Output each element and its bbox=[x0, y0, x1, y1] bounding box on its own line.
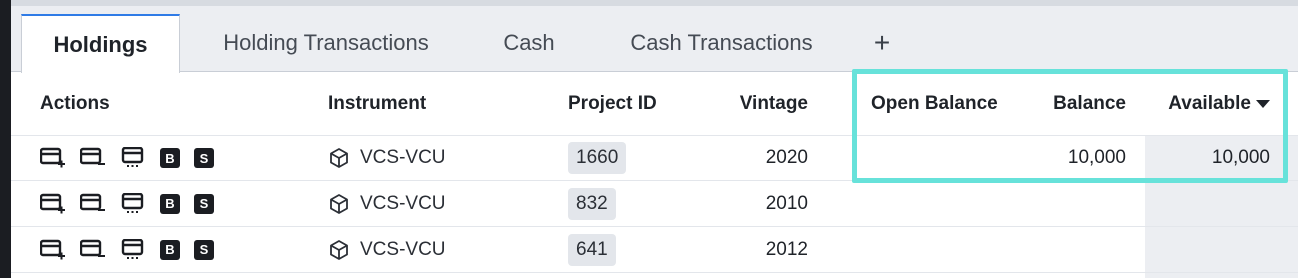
header-available-label: Available bbox=[1168, 93, 1251, 114]
card-remove-icon[interactable] bbox=[80, 147, 106, 169]
buy-icon[interactable]: B bbox=[160, 239, 180, 260]
table-row[interactable]: B S VCS-VCU 832 2010 bbox=[11, 181, 1298, 227]
window-edge bbox=[0, 0, 11, 278]
instrument-name: VCS-VCU bbox=[360, 147, 446, 168]
row-actions: B S bbox=[40, 181, 320, 226]
card-details-icon[interactable] bbox=[120, 147, 146, 169]
buy-icon[interactable]: B bbox=[160, 148, 180, 168]
project-id-chip[interactable]: 832 bbox=[568, 187, 616, 220]
row-vintage: 2012 bbox=[765, 238, 808, 260]
header-row: Actions Instrument Project ID Vintage Op… bbox=[11, 73, 1298, 135]
row-available: 10,000 bbox=[1211, 147, 1270, 168]
sell-icon[interactable]: S bbox=[194, 239, 214, 260]
sort-descending-icon bbox=[1256, 100, 1270, 108]
card-add-icon[interactable] bbox=[40, 193, 66, 215]
tab-cash-transactions[interactable]: Cash Transactions bbox=[609, 14, 834, 72]
row-project-id: 1660 bbox=[568, 136, 708, 180]
instrument-name: VCS-VCU bbox=[360, 238, 446, 260]
header-project-id-label: Project ID bbox=[568, 93, 657, 114]
row-balance: 10,000 bbox=[1067, 147, 1126, 168]
header-project-id[interactable]: Project ID bbox=[568, 73, 708, 135]
row-project-id: 641 bbox=[568, 227, 708, 272]
row-balance bbox=[1011, 227, 1126, 272]
header-balance[interactable]: Balance bbox=[1011, 73, 1126, 135]
row-project-id: 832 bbox=[568, 181, 708, 226]
row-vintage: 2010 bbox=[765, 192, 808, 214]
card-add-icon[interactable] bbox=[40, 147, 66, 169]
table-row[interactable]: B S VCS-VCU 641 2012 bbox=[11, 227, 1298, 273]
tab-holdings[interactable]: Holdings bbox=[21, 14, 180, 73]
project-id-chip[interactable]: 1660 bbox=[568, 142, 627, 174]
card-details-icon[interactable] bbox=[120, 192, 146, 215]
header-instrument[interactable]: Instrument bbox=[328, 73, 548, 135]
add-tab-button[interactable]: + bbox=[866, 14, 898, 72]
card-details-icon[interactable] bbox=[120, 238, 146, 261]
cube-icon bbox=[330, 239, 348, 260]
row-available bbox=[1145, 227, 1270, 272]
row-open-balance bbox=[871, 181, 1011, 226]
project-id-chip[interactable]: 641 bbox=[568, 233, 616, 266]
holdings-grid: Actions Instrument Project ID Vintage Op… bbox=[11, 73, 1298, 278]
row-vintage: 2020 bbox=[765, 147, 808, 168]
row-instrument: VCS-VCU bbox=[328, 227, 548, 272]
tab-cash[interactable]: Cash bbox=[489, 14, 569, 72]
sell-icon[interactable]: S bbox=[194, 148, 214, 168]
header-vintage[interactable]: Vintage bbox=[708, 73, 808, 135]
card-remove-icon[interactable] bbox=[80, 239, 106, 261]
table-row[interactable]: B S VCS-VCU 1660 2020 10,000 10,000 bbox=[11, 135, 1298, 181]
header-available[interactable]: Available bbox=[1145, 73, 1270, 135]
row-available bbox=[1145, 181, 1270, 226]
instrument-name: VCS-VCU bbox=[360, 192, 446, 214]
row-actions: B S bbox=[40, 136, 320, 180]
row-open-balance bbox=[871, 227, 1011, 272]
row-instrument: VCS-VCU bbox=[328, 136, 548, 180]
sell-icon[interactable]: S bbox=[194, 193, 214, 214]
cube-icon bbox=[330, 193, 348, 214]
table-row-partial bbox=[11, 273, 1298, 278]
card-remove-icon[interactable] bbox=[80, 193, 106, 215]
header-actions[interactable]: Actions bbox=[40, 73, 320, 135]
tab-bar: Holdings Holding Transactions Cash Cash … bbox=[11, 6, 1298, 73]
row-open-balance bbox=[871, 136, 1011, 180]
row-balance bbox=[1011, 181, 1126, 226]
header-open-balance[interactable]: Open Balance bbox=[871, 73, 1011, 135]
row-actions: B S bbox=[40, 227, 320, 272]
card-add-icon[interactable] bbox=[40, 239, 66, 261]
tab-holding-transactions[interactable]: Holding Transactions bbox=[201, 14, 451, 72]
cube-icon bbox=[330, 148, 348, 168]
row-instrument: VCS-VCU bbox=[328, 181, 548, 226]
buy-icon[interactable]: B bbox=[160, 193, 180, 214]
